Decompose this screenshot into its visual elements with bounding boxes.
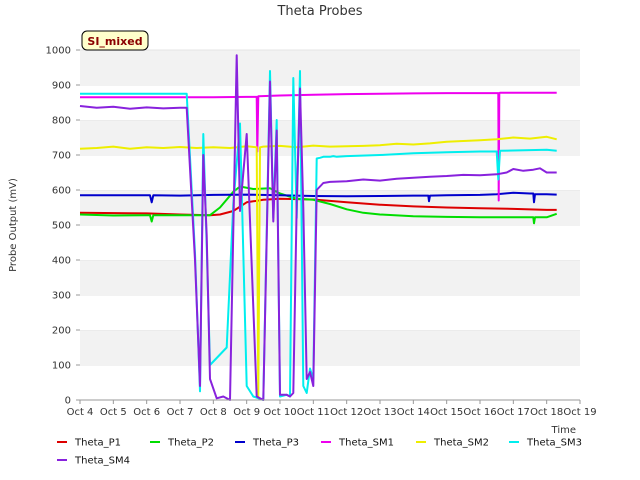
x-tick-label: Oct 19 (563, 407, 596, 418)
x-tick-label: Oct 5 (100, 407, 127, 418)
y-tick-label: 400 (52, 256, 71, 267)
grid-band (80, 365, 580, 400)
legend-theta-sm1-label: Theta_SM1 (338, 438, 394, 449)
site-tag: SI_mixed (81, 30, 149, 51)
x-tick-label: Oct 12 (330, 407, 363, 418)
y-tick-label: 100 (52, 361, 71, 372)
grid-band (80, 85, 580, 120)
legend-theta-p3-label: Theta_P3 (252, 438, 299, 449)
y-tick-label: 700 (52, 151, 71, 162)
y-tick-label: 300 (52, 291, 71, 302)
y-tick-label: 800 (52, 116, 71, 127)
grid-band (80, 260, 580, 295)
y-tick-label: 900 (52, 81, 71, 92)
plot-grid-bands (80, 49, 580, 400)
x-tick-label: Oct 7 (167, 407, 194, 418)
legend-theta-sm4-label: Theta_SM4 (74, 456, 130, 467)
x-tick-label: Oct 10 (263, 407, 296, 418)
y-tick-label: 500 (52, 221, 71, 232)
grid-band (80, 50, 580, 85)
y-tick-label: 600 (52, 186, 71, 197)
grid-band (80, 295, 580, 330)
legend-theta-p2-label: Theta_P2 (167, 438, 214, 449)
x-tick-label: Oct 14 (397, 407, 430, 418)
legend-theta-sm2-label: Theta_SM2 (433, 438, 489, 449)
x-tick-label: Oct 13 (363, 407, 396, 418)
x-tick-label: Oct 17 (497, 407, 530, 418)
x-tick-label: Oct 16 (463, 407, 496, 418)
y-axis-title: Probe Output (mV) (8, 178, 19, 272)
grid-band (80, 330, 580, 365)
grid-band (80, 225, 580, 260)
x-tick-label: Oct 18 (530, 407, 563, 418)
site-tag-label: SI_mixed (87, 35, 142, 48)
x-tick-label: Oct 15 (430, 407, 463, 418)
x-tick-label: Oct 9 (233, 407, 260, 418)
y-tick-label: 0 (65, 396, 71, 407)
theta-probes-chart: Theta Probes 0 100 200 300 400 500 600 700 800 90… (0, 0, 640, 480)
legend-theta-sm3-label: Theta_SM3 (526, 438, 582, 449)
y-tick-label: 1000 (46, 46, 71, 57)
y-tick-label: 200 (52, 326, 71, 337)
x-tick-label: Oct 6 (133, 407, 160, 418)
x-tick-label: Oct 4 (67, 407, 94, 418)
x-tick-label: Oct 11 (297, 407, 330, 418)
legend-theta-p1-label: Theta_P1 (74, 438, 121, 449)
x-axis-title: Time (551, 425, 576, 436)
chart-title: Theta Probes (276, 4, 362, 19)
x-tick-label: Oct 8 (200, 407, 227, 418)
